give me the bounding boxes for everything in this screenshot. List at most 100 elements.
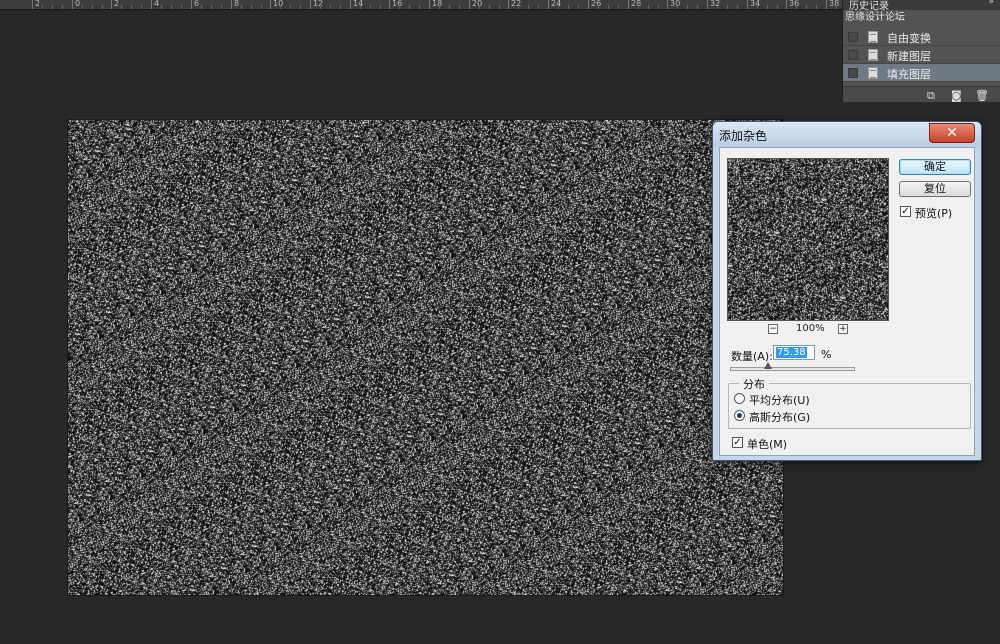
ruler-minor-tick xyxy=(419,5,420,9)
collapse-panel-icon[interactable]: » xyxy=(988,0,994,7)
monochrome-checkbox[interactable]: ✓ xyxy=(732,437,743,448)
ruler-minor-tick xyxy=(489,5,490,9)
ruler-tick-label: 16 xyxy=(392,0,403,8)
document-canvas[interactable] xyxy=(68,120,783,595)
ruler-tick-label: 18 xyxy=(432,0,443,8)
ruler-tick: 12 xyxy=(310,0,323,9)
ruler-minor-tick xyxy=(360,5,361,9)
ruler-minor-tick xyxy=(558,5,559,9)
checkmark-icon: ✓ xyxy=(733,437,742,448)
ruler-minor-tick xyxy=(380,5,381,9)
ruler-minor-tick xyxy=(697,5,698,9)
ruler-tick-label: 28 xyxy=(631,0,642,8)
radio-gaussian[interactable] xyxy=(734,410,745,421)
ruler-minor-tick xyxy=(399,5,400,9)
ruler-tick: 32 xyxy=(707,0,720,9)
ruler-minor-tick xyxy=(42,5,43,9)
ruler-minor-tick xyxy=(836,5,837,9)
ruler-minor-tick xyxy=(171,5,172,9)
ruler-tick-label: 30 xyxy=(670,0,681,8)
camera-icon[interactable]: ◙ xyxy=(951,89,962,102)
zoom-out-button[interactable]: − xyxy=(768,324,778,334)
horizontal-ruler[interactable]: 2 0 2 4 6 8 10 12 14 16 18 20 22 24 26 28 30 32 34 36 38 xyxy=(0,0,842,10)
ok-button[interactable]: 确定 xyxy=(899,159,971,175)
watermark: 思缘设计论坛 xyxy=(845,12,905,23)
trash-icon[interactable]: 🗑 xyxy=(975,89,989,102)
ruler-minor-tick xyxy=(598,5,599,9)
ruler-tick-label: 26 xyxy=(591,0,602,8)
ruler-tick-label: 8 xyxy=(234,0,240,8)
ruler-minor-tick xyxy=(251,5,252,9)
history-item-label: 自由变换 xyxy=(887,32,931,45)
ruler-minor-tick xyxy=(211,5,212,9)
filter-preview[interactable] xyxy=(727,158,889,321)
history-source-checkbox[interactable] xyxy=(848,32,858,42)
history-source-checkbox[interactable] xyxy=(848,68,858,78)
ruler-minor-tick xyxy=(201,5,202,9)
ruler-tick-label: 14 xyxy=(353,0,364,8)
history-item-label: 填充图层 xyxy=(887,68,931,81)
ruler-tick: 6 xyxy=(191,0,199,9)
zoom-in-button[interactable]: + xyxy=(838,324,848,334)
ruler-minor-tick xyxy=(439,5,440,9)
ruler-minor-tick xyxy=(221,5,222,9)
amount-unit: % xyxy=(821,348,832,361)
ruler-tick: 34 xyxy=(747,0,760,9)
ruler-minor-tick xyxy=(82,5,83,9)
ruler-minor-tick xyxy=(370,5,371,9)
zoom-level: 100% xyxy=(796,323,825,334)
ruler-tick-label: 24 xyxy=(551,0,562,8)
new-snapshot-icon[interactable]: ⧉ xyxy=(927,89,935,103)
ruler-tick: 38 xyxy=(826,0,839,9)
ruler-minor-tick xyxy=(92,5,93,9)
ruler-minor-tick xyxy=(757,5,758,9)
dialog-body: − 100% + 确定 复位 ✓ 预览(P) 数量(A): 75.38 % 分布… xyxy=(719,147,975,456)
ruler-minor-tick xyxy=(687,5,688,9)
monochrome-checkbox-label: 单色(M) xyxy=(747,438,788,451)
ruler-minor-tick xyxy=(261,5,262,9)
dialog-titlebar[interactable]: 添加杂色 ✕ xyxy=(713,122,981,147)
ruler-minor-tick xyxy=(499,5,500,9)
ruler-tick: 26 xyxy=(588,0,601,9)
ruler-tick-label: 2 xyxy=(114,0,120,8)
ruler-minor-tick xyxy=(459,5,460,9)
ruler-tick: 20 xyxy=(469,0,482,9)
ruler-minor-tick xyxy=(806,5,807,9)
ruler-tick: 30 xyxy=(667,0,680,9)
radio-uniform[interactable] xyxy=(734,393,745,404)
radio-gaussian-label: 高斯分布(G) xyxy=(749,411,811,424)
ruler-minor-tick xyxy=(449,5,450,9)
ruler-tick: 18 xyxy=(429,0,442,9)
ruler-minor-tick xyxy=(320,5,321,9)
history-item-fill-layer[interactable]: 填充图层 xyxy=(843,64,1000,82)
ruler-minor-tick xyxy=(121,5,122,9)
ruler-tick-label: 6 xyxy=(194,0,200,8)
ruler-minor-tick xyxy=(340,5,341,9)
ruler-tick-label: 10 xyxy=(273,0,284,8)
ruler-tick: 24 xyxy=(548,0,561,9)
preview-checkbox[interactable]: ✓ xyxy=(900,206,911,217)
amount-input[interactable]: 75.38 xyxy=(773,345,815,360)
ruler-minor-tick xyxy=(528,5,529,9)
ruler-tick-label: 4 xyxy=(154,0,160,8)
history-item-free-transform[interactable]: 自由变换 xyxy=(843,28,1000,46)
amount-slider[interactable] xyxy=(730,367,855,371)
ruler-minor-tick xyxy=(608,5,609,9)
ruler-tick: 2 xyxy=(111,0,119,9)
radio-uniform-label: 平均分布(U) xyxy=(749,394,810,407)
amount-slider-thumb[interactable] xyxy=(763,362,772,369)
ruler-minor-tick xyxy=(777,5,778,9)
ruler-tick-label: 36 xyxy=(789,0,800,8)
ruler-minor-tick xyxy=(717,5,718,9)
ruler-tick-label: 22 xyxy=(511,0,522,8)
preview-checkbox-label: 预览(P) xyxy=(915,207,953,220)
preview-image xyxy=(728,159,888,320)
ruler-tick: 28 xyxy=(628,0,641,9)
history-item-new-layer[interactable]: 新建图层 xyxy=(843,46,1000,64)
close-button[interactable]: ✕ xyxy=(929,123,975,143)
add-noise-dialog: 添加杂色 ✕ − 100% + 确定 复位 ✓ 预览(P) 数量(A): 75.… xyxy=(712,121,982,461)
ruler-minor-tick xyxy=(181,5,182,9)
reset-button[interactable]: 复位 xyxy=(899,181,971,197)
history-source-checkbox[interactable] xyxy=(848,50,858,60)
ruler-minor-tick xyxy=(658,5,659,9)
